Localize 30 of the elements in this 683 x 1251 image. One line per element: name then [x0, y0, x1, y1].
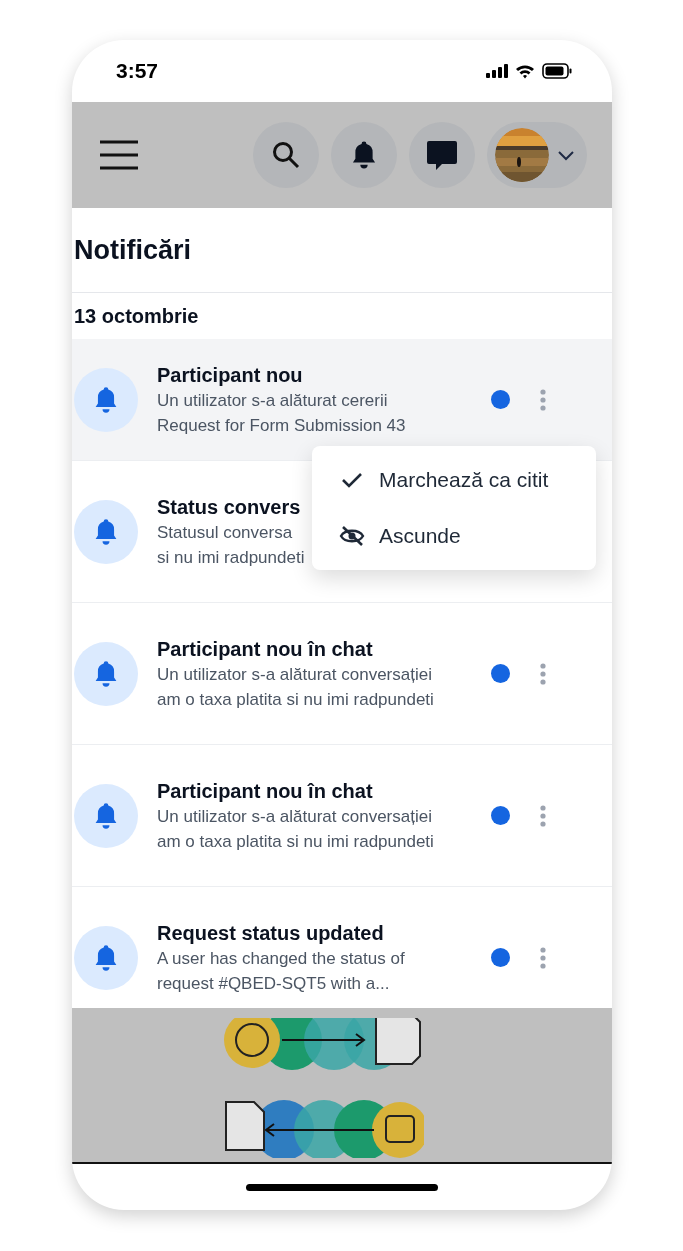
wifi-icon: [515, 63, 535, 79]
notification-text: si nu imi radpundeti: [157, 546, 305, 569]
notification-title: Participant nou în chat: [157, 636, 373, 662]
notification-title: Participant nou în chat: [157, 778, 373, 804]
home-indicator[interactable]: [246, 1183, 438, 1191]
chevron-down-icon: [557, 149, 575, 161]
notification-text: request #QBED-SQT5 with a...: [157, 972, 390, 995]
notification-text: Un utilizator s-a alăturat conversației: [157, 663, 432, 686]
notification-text: am o taxa platita si nu imi radpundeti: [157, 688, 434, 711]
date-heading: 13 octombrie: [74, 304, 199, 328]
search-icon: [271, 140, 301, 170]
battery-icon: [542, 63, 572, 79]
eye-slash-icon: [339, 525, 365, 547]
notification-text: Un utilizator s-a alăturat cererii: [157, 389, 388, 412]
notification-title: Status convers: [157, 494, 301, 520]
menu-item[interactable]: Ascunde: [312, 508, 596, 564]
menu-icon[interactable]: [99, 140, 139, 170]
notification-text: Request for Form Submission 43: [157, 414, 406, 437]
status-time: 3:57: [116, 59, 159, 83]
notification-text: Un utilizator s-a alăturat conversației: [157, 805, 432, 828]
panel-title: Notificări: [74, 234, 192, 266]
notification-text: am o taxa platita si nu imi radpundeti: [157, 830, 434, 853]
chat-bubble-icon: [425, 138, 459, 172]
notification-item[interactable]: Participant nou Un utilizator s-a alăturat cererii Request for Form Submission 43: [72, 339, 612, 461]
checkmark-icon: [339, 471, 365, 489]
notification-title: Participant nou: [157, 362, 303, 388]
notification-text: A user has changed the status of: [157, 947, 405, 970]
signal-icon: [486, 64, 508, 78]
notification-text: Statusul conversa: [157, 521, 293, 544]
notification-title: Request status updated: [157, 920, 384, 946]
